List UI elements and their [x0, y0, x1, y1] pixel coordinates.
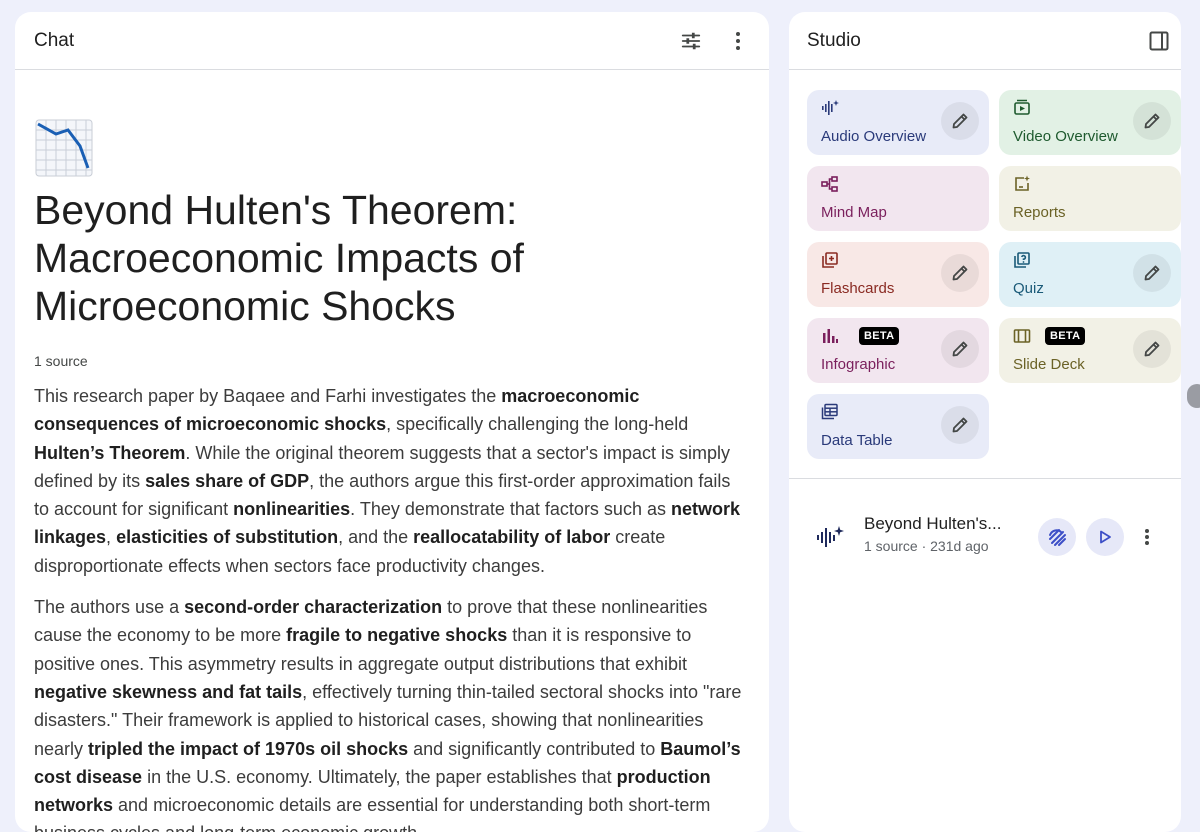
summary-text: , and the	[338, 527, 414, 548]
play-button[interactable]	[1086, 518, 1124, 556]
studio-tile-quiz[interactable]: Quiz	[999, 242, 1181, 307]
summary-emphasis: sales share of GDP	[145, 470, 310, 491]
edit-pencil-icon[interactable]	[1133, 102, 1171, 140]
reports-icon	[1013, 175, 1031, 193]
tune-settings-icon[interactable]	[679, 29, 703, 53]
mind-map-icon	[821, 175, 839, 193]
edit-pencil-icon[interactable]	[941, 406, 979, 444]
summary-emphasis: fragile to negative shocks	[286, 625, 508, 646]
data-table-icon	[821, 403, 839, 421]
studio-tile-audio-overview[interactable]: Audio Overview	[807, 90, 989, 155]
edit-pencil-icon[interactable]	[1133, 330, 1171, 368]
studio-panel: Studio Audio Overview Video Overview Mind …	[789, 12, 1181, 832]
summary-text: and significantly contributed to	[408, 738, 661, 759]
beta-badge: BETA	[1045, 327, 1086, 345]
summary-emphasis: nonlinearities	[233, 499, 351, 520]
chat-panel: Chat Beyond Hulten's Theorem: Macroecono…	[15, 12, 769, 832]
studio-tile-infographic[interactable]: Infographic BETA	[807, 318, 989, 383]
interactive-mode-button[interactable]	[1038, 518, 1076, 556]
summary: This research paper by Baqaee and Farhi …	[34, 382, 750, 832]
studio-title: Studio	[807, 29, 861, 51]
studio-tile-data-table[interactable]: Data Table	[807, 394, 989, 459]
divider	[789, 478, 1181, 479]
studio-tile-label: Data Table	[821, 432, 893, 449]
flashcards-icon	[821, 251, 839, 269]
studio-tile-label: Flashcards	[821, 280, 895, 297]
chat-header: Chat	[15, 12, 769, 70]
edit-pencil-icon[interactable]	[941, 254, 979, 292]
summary-emphasis: Hulten’s Theorem	[34, 442, 186, 463]
studio-tile-label: Audio Overview	[821, 128, 927, 145]
studio-tile-reports[interactable]: Reports	[999, 166, 1181, 231]
document-title: Beyond Hulten's Theorem: Macroeconomic I…	[34, 187, 524, 329]
beta-badge: BETA	[859, 327, 900, 345]
studio-tile-label: Mind Map	[821, 204, 887, 221]
summary-text: , specifically challenging the long-held	[386, 414, 689, 435]
studio-tile-label: Reports	[1013, 204, 1066, 221]
generated-note-item[interactable]: Beyond Hulten's... 1 source · 231d ago	[789, 512, 1181, 560]
note-title: Beyond Hulten's...	[864, 514, 1002, 533]
summary-text: The authors use a	[34, 597, 185, 618]
summary-text: and microeconomic details are essential …	[34, 795, 711, 832]
more-vert-icon[interactable]	[726, 29, 750, 53]
audio-waveform-icon	[815, 524, 845, 555]
source-count: 1 source	[34, 353, 88, 369]
summary-text: . They demonstrate that factors such as	[350, 499, 671, 520]
summary-paragraph-2: The authors use a second-order character…	[34, 593, 750, 832]
summary-text: This research paper by Baqaee and Farhi …	[34, 386, 502, 406]
collapse-panel-icon[interactable]	[1147, 29, 1171, 53]
edit-pencil-icon[interactable]	[1133, 254, 1171, 292]
audio-waveform-icon	[821, 99, 839, 117]
summary-text: ,	[106, 527, 117, 548]
infographic-icon	[821, 327, 839, 345]
studio-header: Studio	[789, 12, 1181, 70]
quiz-icon	[1013, 251, 1031, 269]
edit-pencil-icon[interactable]	[941, 102, 979, 140]
summary-emphasis: reallocatability of labor	[413, 527, 611, 548]
studio-tile-flashcards[interactable]: Flashcards	[807, 242, 989, 307]
edit-pencil-icon[interactable]	[941, 330, 979, 368]
studio-tile-label: Slide Deck	[1013, 356, 1085, 373]
more-vert-icon[interactable]	[1128, 518, 1166, 556]
video-icon	[1013, 99, 1031, 117]
summary-text: in the U.S. economy. Ultimately, the pap…	[142, 766, 617, 787]
studio-tile-label: Infographic	[821, 356, 896, 373]
studio-tile-label: Video Overview	[1013, 128, 1118, 145]
studio-tile-label: Quiz	[1013, 280, 1044, 297]
chart-decreasing-emoji	[34, 118, 94, 178]
summary-emphasis: second-order characterization	[184, 597, 443, 618]
scrollbar-thumb[interactable]	[1187, 384, 1200, 408]
studio-tile-video-overview[interactable]: Video Overview	[999, 90, 1181, 155]
summary-emphasis: elasticities of substitution	[116, 527, 339, 548]
studio-tile-mind-map[interactable]: Mind Map	[807, 166, 989, 231]
note-meta: 1 source · 231d ago	[864, 538, 989, 554]
summary-emphasis: negative skewness and fat tails	[34, 681, 303, 702]
slide-deck-icon	[1013, 327, 1031, 345]
summary-paragraph-1: This research paper by Baqaee and Farhi …	[34, 382, 750, 580]
chat-body: Beyond Hulten's Theorem: Macroeconomic I…	[15, 118, 769, 832]
summary-emphasis: tripled the impact of 1970s oil shocks	[88, 738, 409, 759]
studio-tile-slide-deck[interactable]: Slide Deck BETA	[999, 318, 1181, 383]
chat-title: Chat	[34, 29, 75, 51]
